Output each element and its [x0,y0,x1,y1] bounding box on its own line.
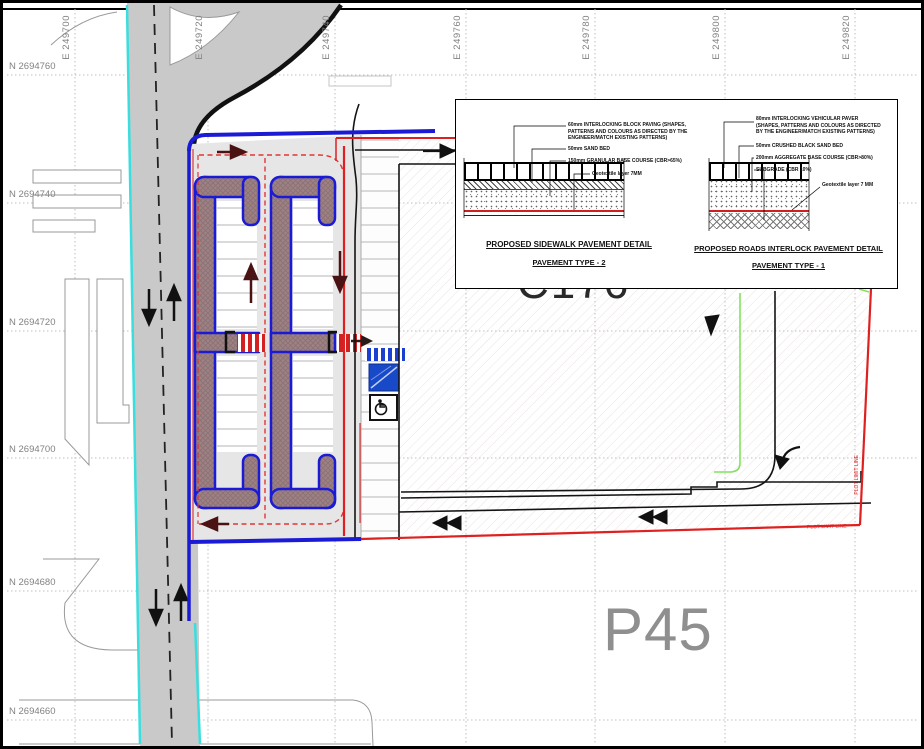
callout-label: 150mm GRANULAR BASE COURSE (CBR>65%) [568,158,698,165]
grid-label-northing: N 2694740 [9,189,55,200]
plot-label: P45 [603,595,713,664]
callout-label: 80mm INTERLOCKING VEHICULAR PAVER (SHAPE… [756,116,881,136]
grid-label-northing: N 2694720 [9,317,55,328]
grid-label-northing: N 2694760 [9,61,55,72]
sidewalk-detail-title: PROPOSED SIDEWALK PAVEMENT DETAIL [464,240,674,249]
roads-detail-title: PROPOSED ROADS INTERLOCK PAVEMENT DETAIL [686,244,891,253]
accessible-parking-icon [370,395,397,420]
plot-limit-line-label: PLOT LIMIT LINE [807,523,847,530]
sidewalk-detail-subtitle: PAVEMENT TYPE - 2 [464,258,674,267]
callout-label: 50mm SAND BED [568,146,688,153]
plot-limit-line-label: PLOT LIMIT LINE [854,455,860,495]
red-crosswalk-2 [337,334,361,352]
red-crosswalk-1 [237,334,265,352]
grid-label-northing: N 2694660 [9,706,55,717]
callout-label: 200mm AGGREGATE BASE COURSE (CBR>80%) [756,155,881,162]
grid-label-easting: E 249780 [581,15,592,60]
callout-label: 60mm INTERLOCKING BLOCK PAVING (SHAPES, … [568,122,703,142]
grid-label-northing: N 2694680 [9,577,55,588]
drawing-canvas[interactable]: E 249700 E 249720 E 249740 E 249760 E 24… [0,0,924,749]
callout-label: SUBGRADE (CBR 10%) [756,167,866,174]
roads-detail-subtitle: PAVEMENT TYPE - 1 [686,261,891,270]
pavement-detail-panel: 60mm INTERLOCKING BLOCK PAVING (SHAPES, … [455,99,898,289]
grid-label-easting: E 249720 [194,15,205,60]
callout-label: 50mm CRUSHED BLACK SAND BED [756,143,876,150]
grid-label-easting: E 249760 [452,15,463,60]
grid-label-northing: N 2694700 [9,444,55,455]
grid-label-easting: E 249700 [61,15,72,60]
grid-label-easting: E 249800 [711,15,722,60]
callout-label: Geotextile layer 7MM [592,171,692,178]
parking-sign [369,364,399,391]
grid-label-easting: E 249740 [321,15,332,60]
callout-label: Geotextile layer 7 MM [822,182,892,189]
grid-label-easting: E 249820 [841,15,852,60]
